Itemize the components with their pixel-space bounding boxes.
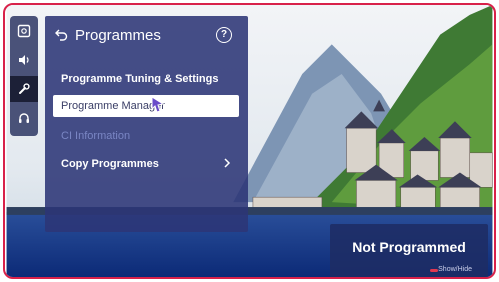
programmes-icon[interactable] bbox=[10, 76, 38, 102]
tv-screen-frame: Programmes ? Programme Tuning & Settings… bbox=[3, 3, 496, 279]
picture-icon[interactable] bbox=[10, 18, 38, 44]
panel-title: Programmes bbox=[75, 27, 161, 44]
menu-item-ci-information: CI Information bbox=[61, 130, 131, 142]
help-icon[interactable]: ? bbox=[216, 27, 232, 43]
show-hide-hint: Show/Hide bbox=[438, 266, 472, 273]
not-programmed-notice: Not Programmed Show/Hide bbox=[330, 224, 488, 277]
menu-item-programme-tuning[interactable]: Programme Tuning & Settings bbox=[61, 73, 218, 85]
notice-title: Not Programmed bbox=[352, 239, 466, 255]
menu-item-programme-manager[interactable]: Programme Manager bbox=[53, 95, 239, 117]
red-key-icon bbox=[430, 269, 438, 272]
menu-item-copy-programmes[interactable]: Copy Programmes bbox=[61, 158, 159, 170]
settings-category-rail bbox=[10, 16, 38, 136]
back-icon[interactable] bbox=[55, 28, 68, 46]
pointer-cursor-icon bbox=[151, 96, 165, 113]
support-icon[interactable] bbox=[10, 105, 38, 131]
chevron-right-icon bbox=[224, 158, 231, 168]
sound-icon[interactable] bbox=[10, 47, 38, 73]
programmes-panel: Programmes ? Programme Tuning & Settings… bbox=[45, 16, 248, 232]
